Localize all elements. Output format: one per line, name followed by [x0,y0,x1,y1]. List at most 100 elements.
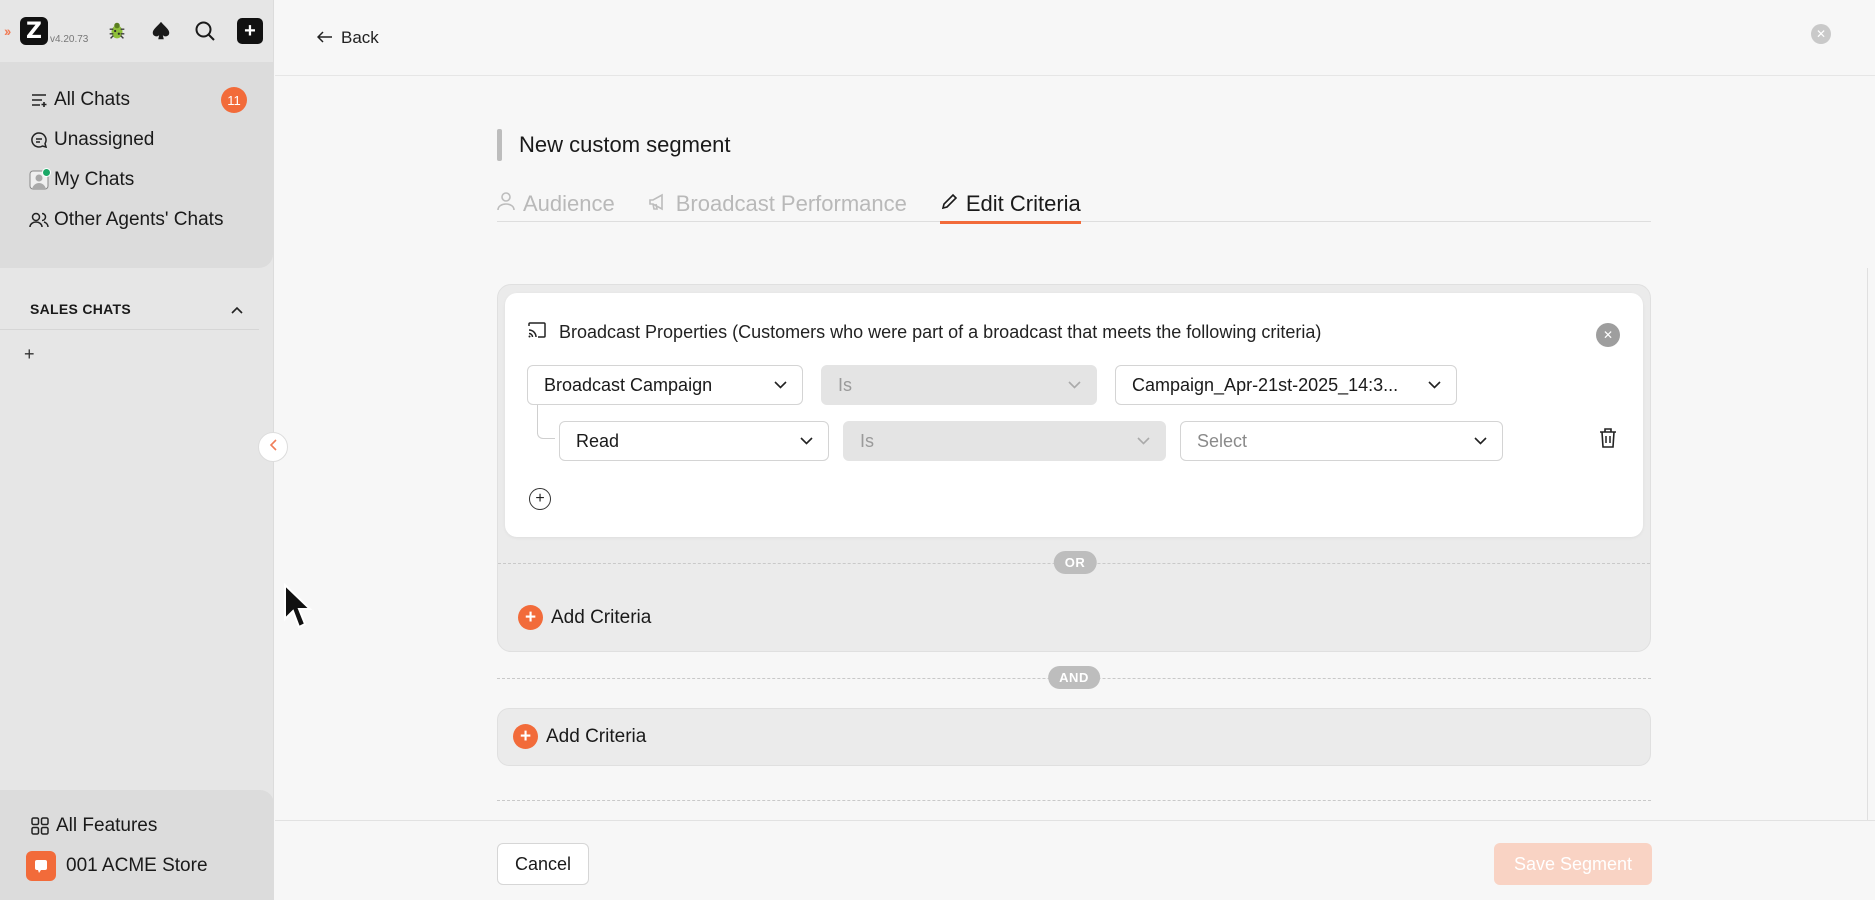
select-value: Campaign_Apr-21st-2025_14:3... [1132,374,1399,395]
remove-criteria-group-button[interactable]: ✕ [1596,323,1620,347]
broadcast-properties-card: Broadcast Properties (Customers who were… [505,293,1643,537]
sidebar-item-label: All Chats [54,89,131,110]
tab-label: Audience [523,191,615,216]
online-status-dot [42,168,51,177]
app-version: v4.20.73 [50,33,89,45]
users-icon [28,209,50,231]
add-or-criteria-button[interactable]: + Add Criteria [518,605,651,630]
store-switcher[interactable]: 001 ACME Store [0,846,274,886]
cast-icon [527,321,547,344]
store-name: 001 ACME Store [66,855,208,876]
or-pill: OR [1053,551,1097,574]
chevron-down-icon [1067,378,1081,392]
criteria-group: Broadcast Properties (Customers who were… [497,284,1651,652]
and-pill: AND [1048,666,1100,689]
delete-condition-button[interactable] [1596,427,1620,454]
bug-icon[interactable] [105,19,129,43]
arrow-left-icon [316,28,333,48]
close-icon: ✕ [1602,328,1614,342]
inbox-list-icon [28,89,50,111]
expand-chevrons-icon[interactable]: ›› [4,23,20,39]
chevron-up-icon[interactable] [231,301,243,317]
add-sales-chat-button[interactable]: + [0,330,273,365]
sidebar-nav: All Chats 11 Unassigned My Chats Other A… [0,62,273,268]
save-segment-button[interactable]: Save Segment [1494,843,1652,885]
chevron-down-icon [1473,434,1487,448]
select-value: Is [838,374,853,395]
criteria-group-empty: + Add Criteria [497,708,1651,766]
plus-square-icon[interactable]: + [237,18,263,44]
close-icon: ✕ [1815,27,1827,41]
search-icon[interactable] [193,19,217,43]
row2-operator-select: Is [843,421,1166,461]
collapse-sidebar-button[interactable] [258,432,288,462]
select-value: Broadcast Campaign [544,374,713,395]
plus-circle-icon: + [518,605,543,630]
row1-value-select[interactable]: Campaign_Apr-21st-2025_14:3... [1115,365,1457,405]
spade-icon[interactable] [149,19,173,43]
row2-field-select[interactable]: Read [559,421,829,461]
trash-icon [1598,427,1618,454]
chat-bubble-icon [28,129,50,151]
add-and-criteria-button[interactable]: + Add Criteria [513,724,646,749]
pencil-icon [940,191,958,217]
sidebar-bottom: All Features 001 ACME Store [0,790,274,900]
sidebar: ›› Z v4.20.73 + All Chats 11 Unassigned … [0,0,274,900]
section-title: SALES CHATS [30,300,132,317]
all-features-link[interactable]: All Features [0,806,274,846]
row1-operator-select: Is [821,365,1097,405]
mouse-cursor-icon [284,583,313,629]
app-logo[interactable]: Z [20,17,48,45]
add-condition-button[interactable]: + [529,488,551,510]
chevron-left-icon [269,438,278,456]
sales-chats-section-header[interactable]: SALES CHATS [0,288,259,330]
user-icon [497,191,515,217]
all-features-label: All Features [56,815,158,836]
chevron-down-icon [773,378,787,392]
sidebar-item-my-chats[interactable]: My Chats [0,160,273,200]
select-value: Is [860,430,875,451]
back-label: Back [341,27,379,47]
tab-label: Broadcast Performance [675,191,907,216]
row2-value-select[interactable]: Select [1180,421,1503,461]
sidebar-item-unassigned[interactable]: Unassigned [0,120,273,160]
sidebar-item-label: Unassigned [54,129,155,150]
back-button[interactable]: Back [316,27,379,48]
plus-circle-icon: + [513,724,538,749]
sidebar-item-all-chats[interactable]: All Chats 11 [0,80,273,120]
tab-broadcast-performance[interactable]: Broadcast Performance [648,186,907,222]
add-criteria-label: Add Criteria [551,606,652,628]
sidebar-item-label: Other Agents' Chats [54,209,224,230]
select-value: Read [576,430,620,451]
sidebar-item-other-agents-chats[interactable]: Other Agents' Chats [0,200,273,240]
main-header: Back ✕ [275,0,1875,76]
tab-edit-criteria[interactable]: Edit Criteria [939,186,1081,224]
sidebar-item-label: My Chats [54,169,135,190]
title-accent-bar [497,129,502,161]
unread-count-badge: 11 [221,87,247,113]
criteria-card-title: Broadcast Properties (Customers who were… [559,322,1322,342]
chevron-down-icon [1136,434,1150,448]
segment-tabs: Audience Broadcast Performance Edit Crit… [497,186,1651,224]
megaphone-icon [648,191,668,217]
row1-field-select[interactable]: Broadcast Campaign [527,365,803,405]
tab-audience[interactable]: Audience [497,186,615,222]
footer-bar: Cancel Save Segment [275,820,1875,900]
chevron-down-icon [1427,378,1441,392]
store-logo-icon [26,851,56,881]
tab-label: Edit Criteria [965,191,1081,216]
nested-condition-connector [537,405,555,439]
title-row: New custom segment [497,129,731,161]
chevron-down-icon [799,434,813,448]
add-criteria-label: Add Criteria [546,725,647,747]
select-placeholder: Select [1197,430,1248,451]
scrollbar-track[interactable] [1867,268,1875,820]
criteria-card-header: Broadcast Properties (Customers who were… [527,321,1321,344]
sidebar-topbar: ›› Z v4.20.73 + [0,0,273,62]
close-page-button[interactable]: ✕ [1811,24,1831,44]
main-panel: Back ✕ New custom segment Audience Broad… [275,0,1875,900]
segment-title[interactable]: New custom segment [519,132,731,158]
cancel-button[interactable]: Cancel [497,843,590,885]
grid-icon [30,816,50,836]
bottom-divider [497,800,1651,801]
